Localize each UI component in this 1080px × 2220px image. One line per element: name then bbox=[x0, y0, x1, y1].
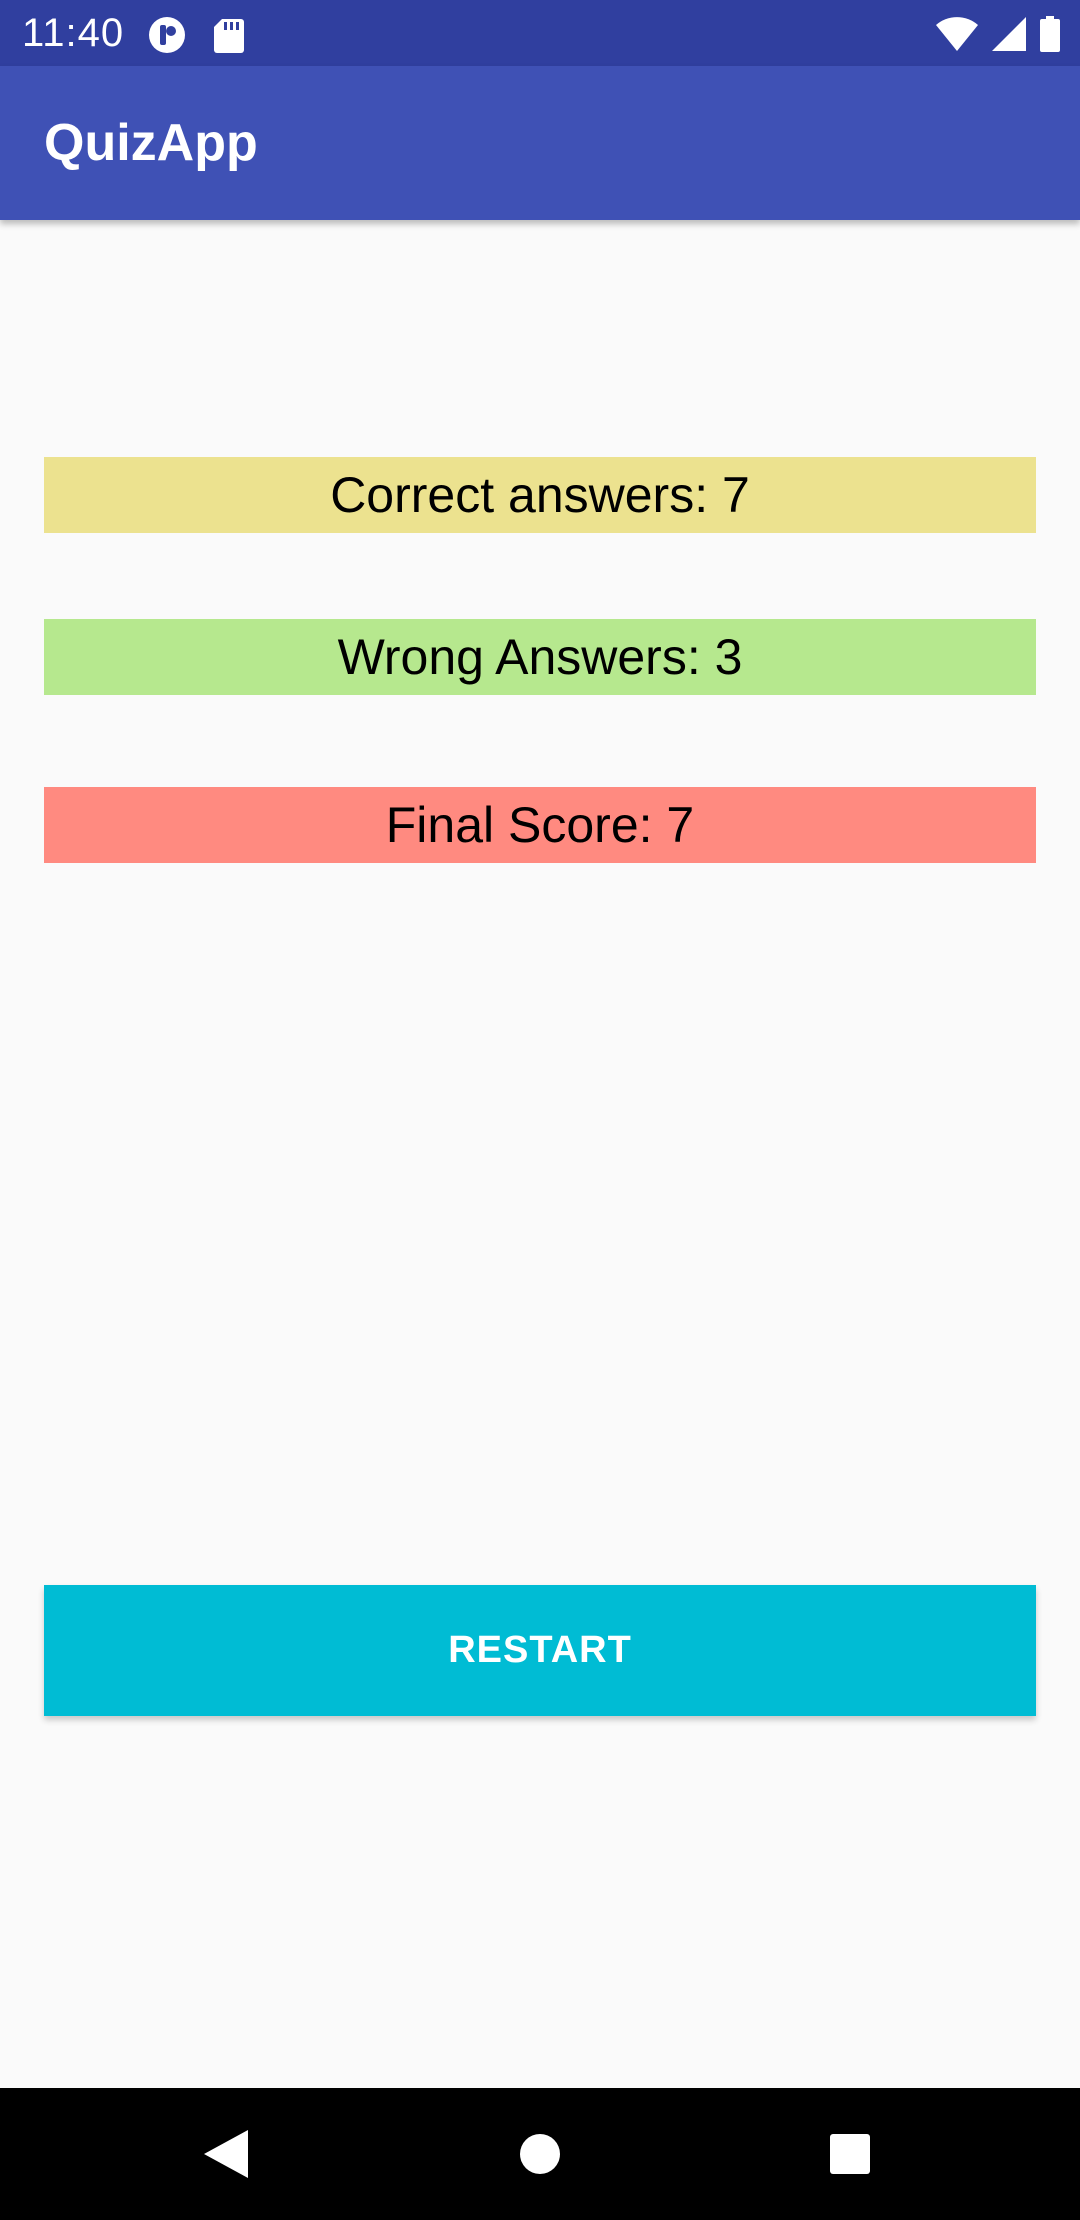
status-bar: 11:40 bbox=[0, 0, 1080, 66]
status-notification-icons bbox=[148, 16, 244, 59]
battery-icon bbox=[1040, 16, 1060, 57]
app-bar: QuizApp bbox=[0, 66, 1080, 220]
restart-button[interactable]: RESTART bbox=[44, 1585, 1036, 1716]
home-icon bbox=[520, 2134, 560, 2174]
final-score-label: Final Score: 7 bbox=[44, 787, 1036, 863]
wrong-answers-text: Wrong Answers: 3 bbox=[337, 629, 743, 685]
back-button[interactable] bbox=[186, 2126, 266, 2182]
wrong-answers-label: Wrong Answers: 3 bbox=[44, 619, 1036, 695]
recents-button[interactable] bbox=[810, 2126, 890, 2182]
correct-answers-label: Correct answers: 7 bbox=[44, 457, 1036, 533]
correct-answers-text: Correct answers: 7 bbox=[330, 467, 750, 523]
sd-card-icon bbox=[214, 17, 244, 58]
final-score-text: Final Score: 7 bbox=[385, 797, 695, 853]
status-time: 11:40 bbox=[22, 11, 125, 55]
wifi-icon bbox=[936, 17, 978, 56]
notification-app-icon bbox=[148, 16, 186, 59]
home-button[interactable] bbox=[500, 2126, 580, 2182]
signal-icon bbox=[992, 17, 1026, 56]
status-system-icons bbox=[936, 16, 1060, 57]
recents-icon bbox=[830, 2134, 870, 2174]
navigation-bar bbox=[0, 2088, 1080, 2220]
app-title: QuizApp bbox=[44, 114, 258, 172]
back-icon bbox=[204, 2130, 248, 2178]
